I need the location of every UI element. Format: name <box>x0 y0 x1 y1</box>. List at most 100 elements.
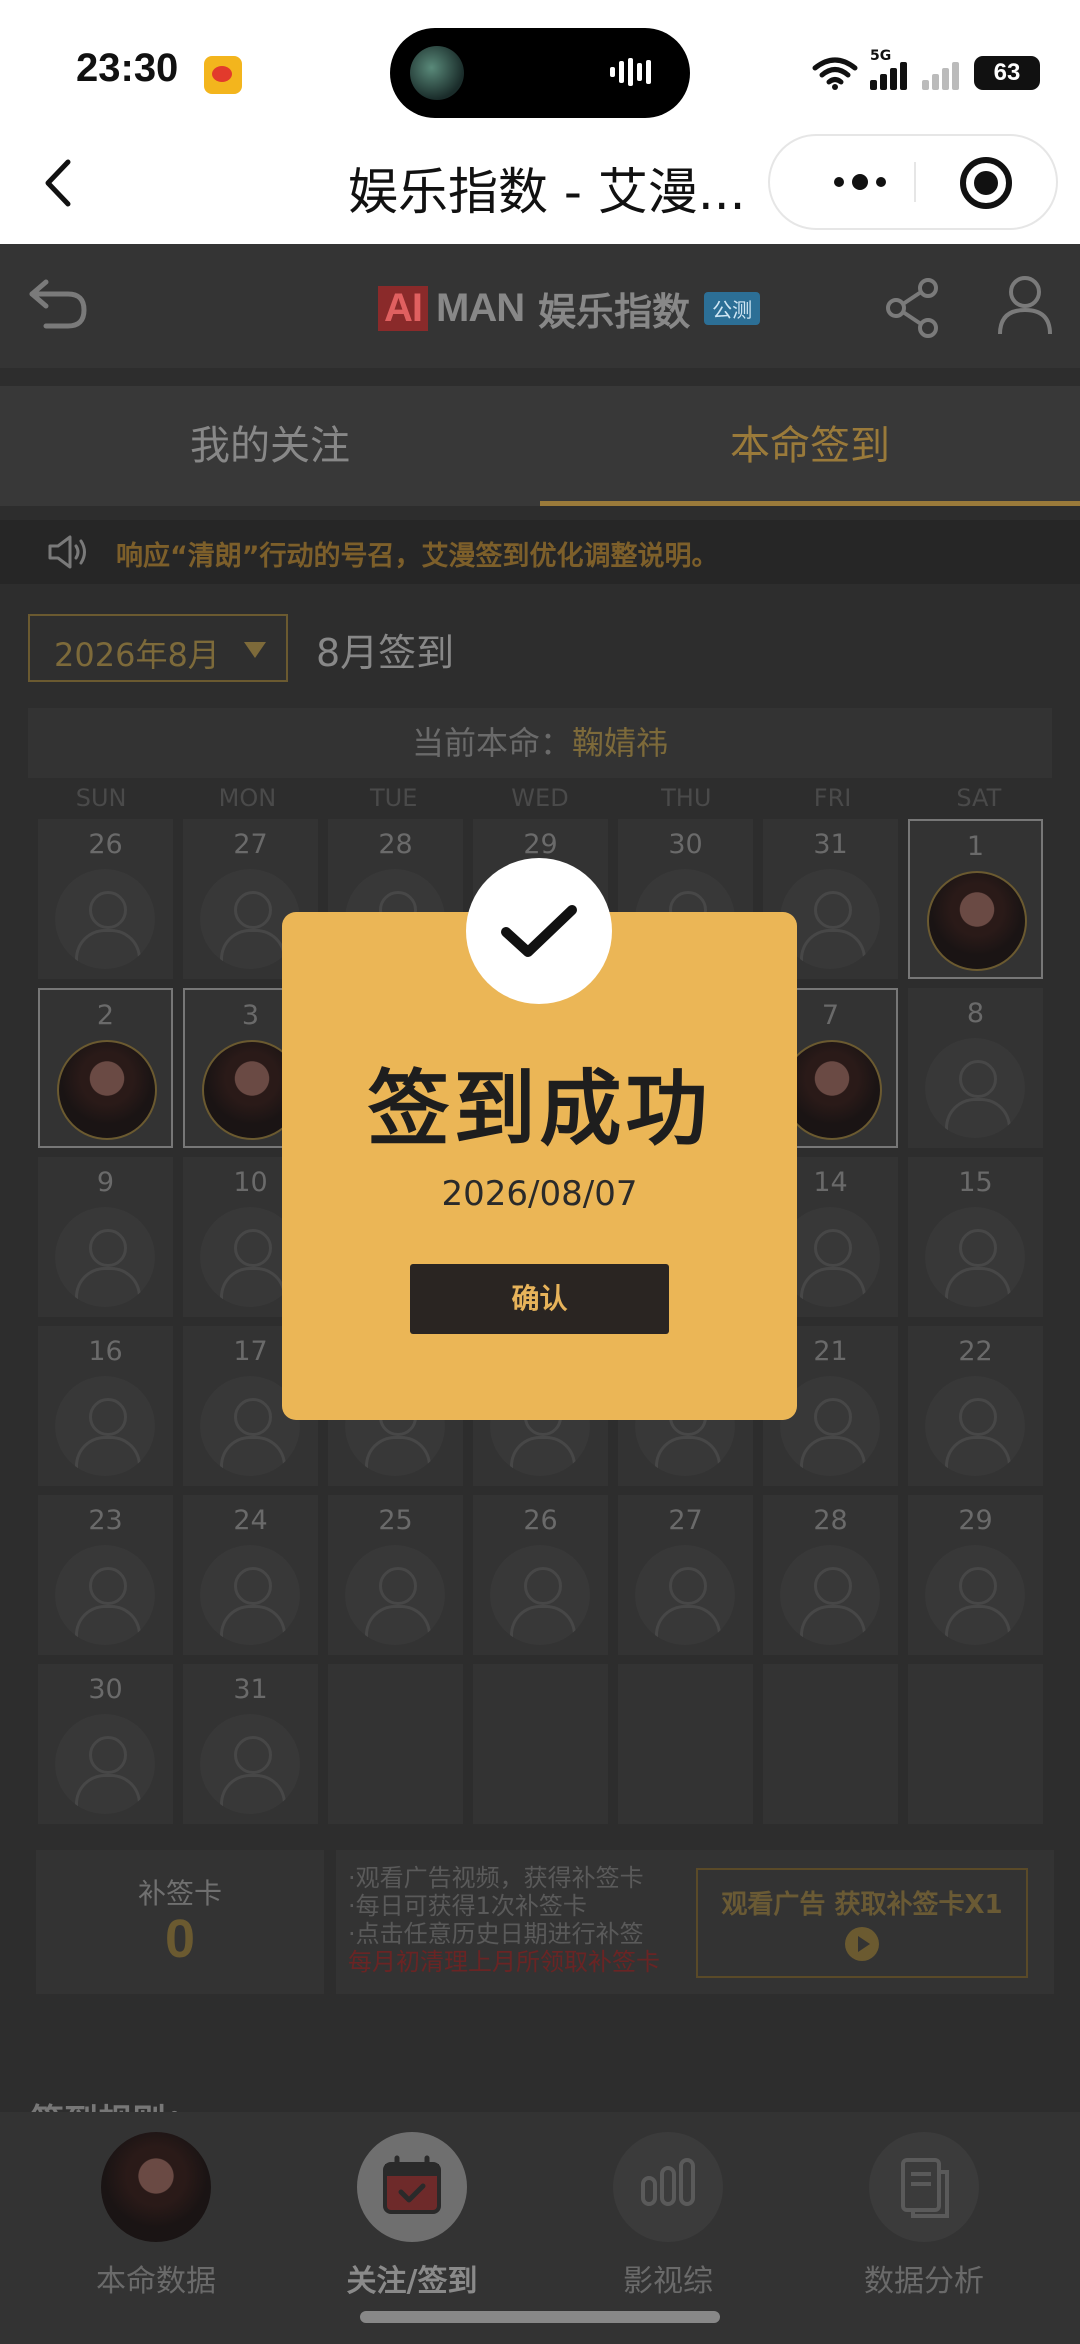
day-number: 30 <box>88 1674 123 1705</box>
makeup-card-label: 补签卡 <box>137 1877 222 1910</box>
calendar-day-cell[interactable]: 25 <box>328 1495 463 1655</box>
share-icon[interactable] <box>884 278 940 338</box>
music-artwork-icon <box>410 46 464 100</box>
day-number: 25 <box>378 1505 413 1536</box>
person-placeholder-icon <box>200 1714 300 1814</box>
weekday-label: THU <box>661 784 712 812</box>
tabbar-film-variety[interactable]: 影视综 <box>578 2132 758 2300</box>
close-miniprogram-button[interactable] <box>960 157 1012 209</box>
caret-down-icon <box>244 642 266 658</box>
notice-text: 响应“清朗”行动的号召，艾漫签到优化调整说明。 <box>116 541 719 572</box>
day-number: 26 <box>88 829 123 860</box>
calendar-day-cell[interactable]: 9 <box>38 1157 173 1317</box>
audio-wave-icon <box>610 58 662 88</box>
wifi-icon <box>812 57 858 90</box>
calendar-day-cell[interactable]: 28 <box>763 1495 898 1655</box>
calendar-day-cell[interactable]: 22 <box>908 1326 1043 1486</box>
tabbar-label: 影视综 <box>623 2264 713 2299</box>
calendar-day-cell[interactable]: 31 <box>183 1664 318 1824</box>
dialog-date: 2026/08/07 <box>441 1174 638 1214</box>
day-number: 30 <box>668 829 703 860</box>
dot-icon <box>834 177 844 187</box>
person-placeholder-icon <box>55 1545 155 1645</box>
weekday-label: SUN <box>75 784 127 812</box>
calendar-day-cell[interactable]: 24 <box>183 1495 318 1655</box>
current-bias-name: 鞠婧祎 <box>572 724 669 762</box>
info-line: ·点击任意历史日期进行补签 <box>348 1920 644 1948</box>
user-icon[interactable] <box>996 274 1054 336</box>
makeup-info: ·观看广告视频，获得补签卡 ·每日可获得1次补签卡 ·点击任意历史日期进行补签 … <box>348 1864 660 1976</box>
capsule-divider <box>914 162 916 202</box>
status-bar: 23:30 5G 63 <box>0 0 1080 120</box>
weekday-label: FRI <box>813 784 852 812</box>
day-number: 1 <box>966 831 985 862</box>
watch-ad-button[interactable]: 观看广告 获取补签卡X1 <box>696 1868 1028 1978</box>
calendar-check-icon <box>357 2132 467 2242</box>
tabbar-follow-checkin[interactable]: 关注/签到 <box>322 2132 502 2300</box>
app-header: AI MAN 娱乐指数 公测 <box>0 244 1080 368</box>
person-placeholder-icon <box>55 1376 155 1476</box>
calendar-day-cell[interactable]: 26 <box>473 1495 608 1655</box>
tabbar-data-analysis[interactable]: 数据分析 <box>834 2132 1014 2300</box>
calendar-day-cell[interactable]: 8 <box>908 988 1043 1148</box>
calendar-day-cell[interactable]: 26 <box>38 819 173 979</box>
weekday-header: SUN MON TUE WED THU FRI SAT <box>28 784 1052 824</box>
bias-avatar <box>57 1040 157 1140</box>
day-number: 31 <box>233 1674 268 1705</box>
makeup-info-box: ·观看广告视频，获得补签卡 ·每日可获得1次补签卡 ·点击任意历史日期进行补签 … <box>336 1850 1054 1994</box>
calendar-day-cell[interactable]: 1 <box>908 819 1043 979</box>
calendar-day-cell[interactable]: 29 <box>908 1495 1043 1655</box>
person-placeholder-icon <box>925 1038 1025 1138</box>
calendar-day-cell[interactable]: 27 <box>618 1495 753 1655</box>
day-number: 2 <box>96 1000 115 1031</box>
calendar-day-cell[interactable]: 15 <box>908 1157 1043 1317</box>
beta-badge: 公测 <box>704 291 761 325</box>
logo-man: MAN <box>436 285 525 330</box>
person-placeholder-icon <box>635 1545 735 1645</box>
person-placeholder-icon <box>55 869 155 969</box>
logo-text: 娱乐指数 <box>538 289 691 334</box>
dialog-title: 签到成功 <box>367 1062 712 1157</box>
month-dropdown[interactable]: 2026年8月 <box>28 614 288 682</box>
logo-ai: AI <box>378 285 428 331</box>
notice-banner[interactable]: 响应“清朗”行动的号召，艾漫签到优化调整说明。 <box>0 520 1080 584</box>
tabbar-label: 数据分析 <box>864 2264 984 2299</box>
app-logo: AI MAN 娱乐指数 公测 <box>378 280 761 336</box>
tab-bar: 我的关注 本命签到 <box>0 386 1080 506</box>
day-number: 15 <box>958 1167 993 1198</box>
checkmark-icon <box>466 858 612 1004</box>
weibo-app-icon <box>204 56 242 94</box>
return-icon[interactable] <box>26 274 90 334</box>
watch-ad-label: 观看广告 获取补签卡X1 <box>721 1890 1003 1920</box>
person-placeholder-icon <box>925 1545 1025 1645</box>
day-number: 28 <box>813 1505 848 1536</box>
makeup-card-box: 补签卡 0 <box>36 1850 324 1994</box>
day-number: 24 <box>233 1505 268 1536</box>
avatar-icon <box>101 2132 211 2242</box>
home-indicator <box>360 2311 720 2323</box>
day-number: 31 <box>813 829 848 860</box>
bars-icon <box>613 2132 723 2242</box>
dot-icon <box>852 174 868 190</box>
tabbar-bias-data[interactable]: 本命数据 <box>66 2132 246 2300</box>
calendar-day-cell[interactable]: 23 <box>38 1495 173 1655</box>
calendar-day-cell[interactable]: 30 <box>38 1664 173 1824</box>
day-number: 26 <box>523 1505 558 1536</box>
cellular-signal-2-icon <box>922 56 962 90</box>
tabbar-label: 本命数据 <box>96 2264 216 2299</box>
play-icon <box>845 1927 879 1961</box>
battery-indicator: 63 <box>974 56 1040 90</box>
calendar-day-cell[interactable]: 16 <box>38 1326 173 1486</box>
calendar-empty-cell <box>473 1664 608 1824</box>
calendar-day-cell[interactable]: 2 <box>38 988 173 1148</box>
tab-my-follows[interactable]: 我的关注 <box>0 386 540 506</box>
dot-icon <box>876 177 886 187</box>
info-warning: 每月初清理上月所领取补签卡 <box>348 1948 660 1976</box>
info-line: ·观看广告视频，获得补签卡 <box>348 1864 644 1892</box>
more-options-button[interactable] <box>810 136 910 228</box>
confirm-button[interactable]: 确认 <box>410 1264 669 1334</box>
back-chevron-icon[interactable] <box>38 158 78 208</box>
month-heading: 8月签到 <box>316 631 455 675</box>
tab-bias-checkin[interactable]: 本命签到 <box>540 386 1080 506</box>
person-placeholder-icon <box>55 1207 155 1307</box>
